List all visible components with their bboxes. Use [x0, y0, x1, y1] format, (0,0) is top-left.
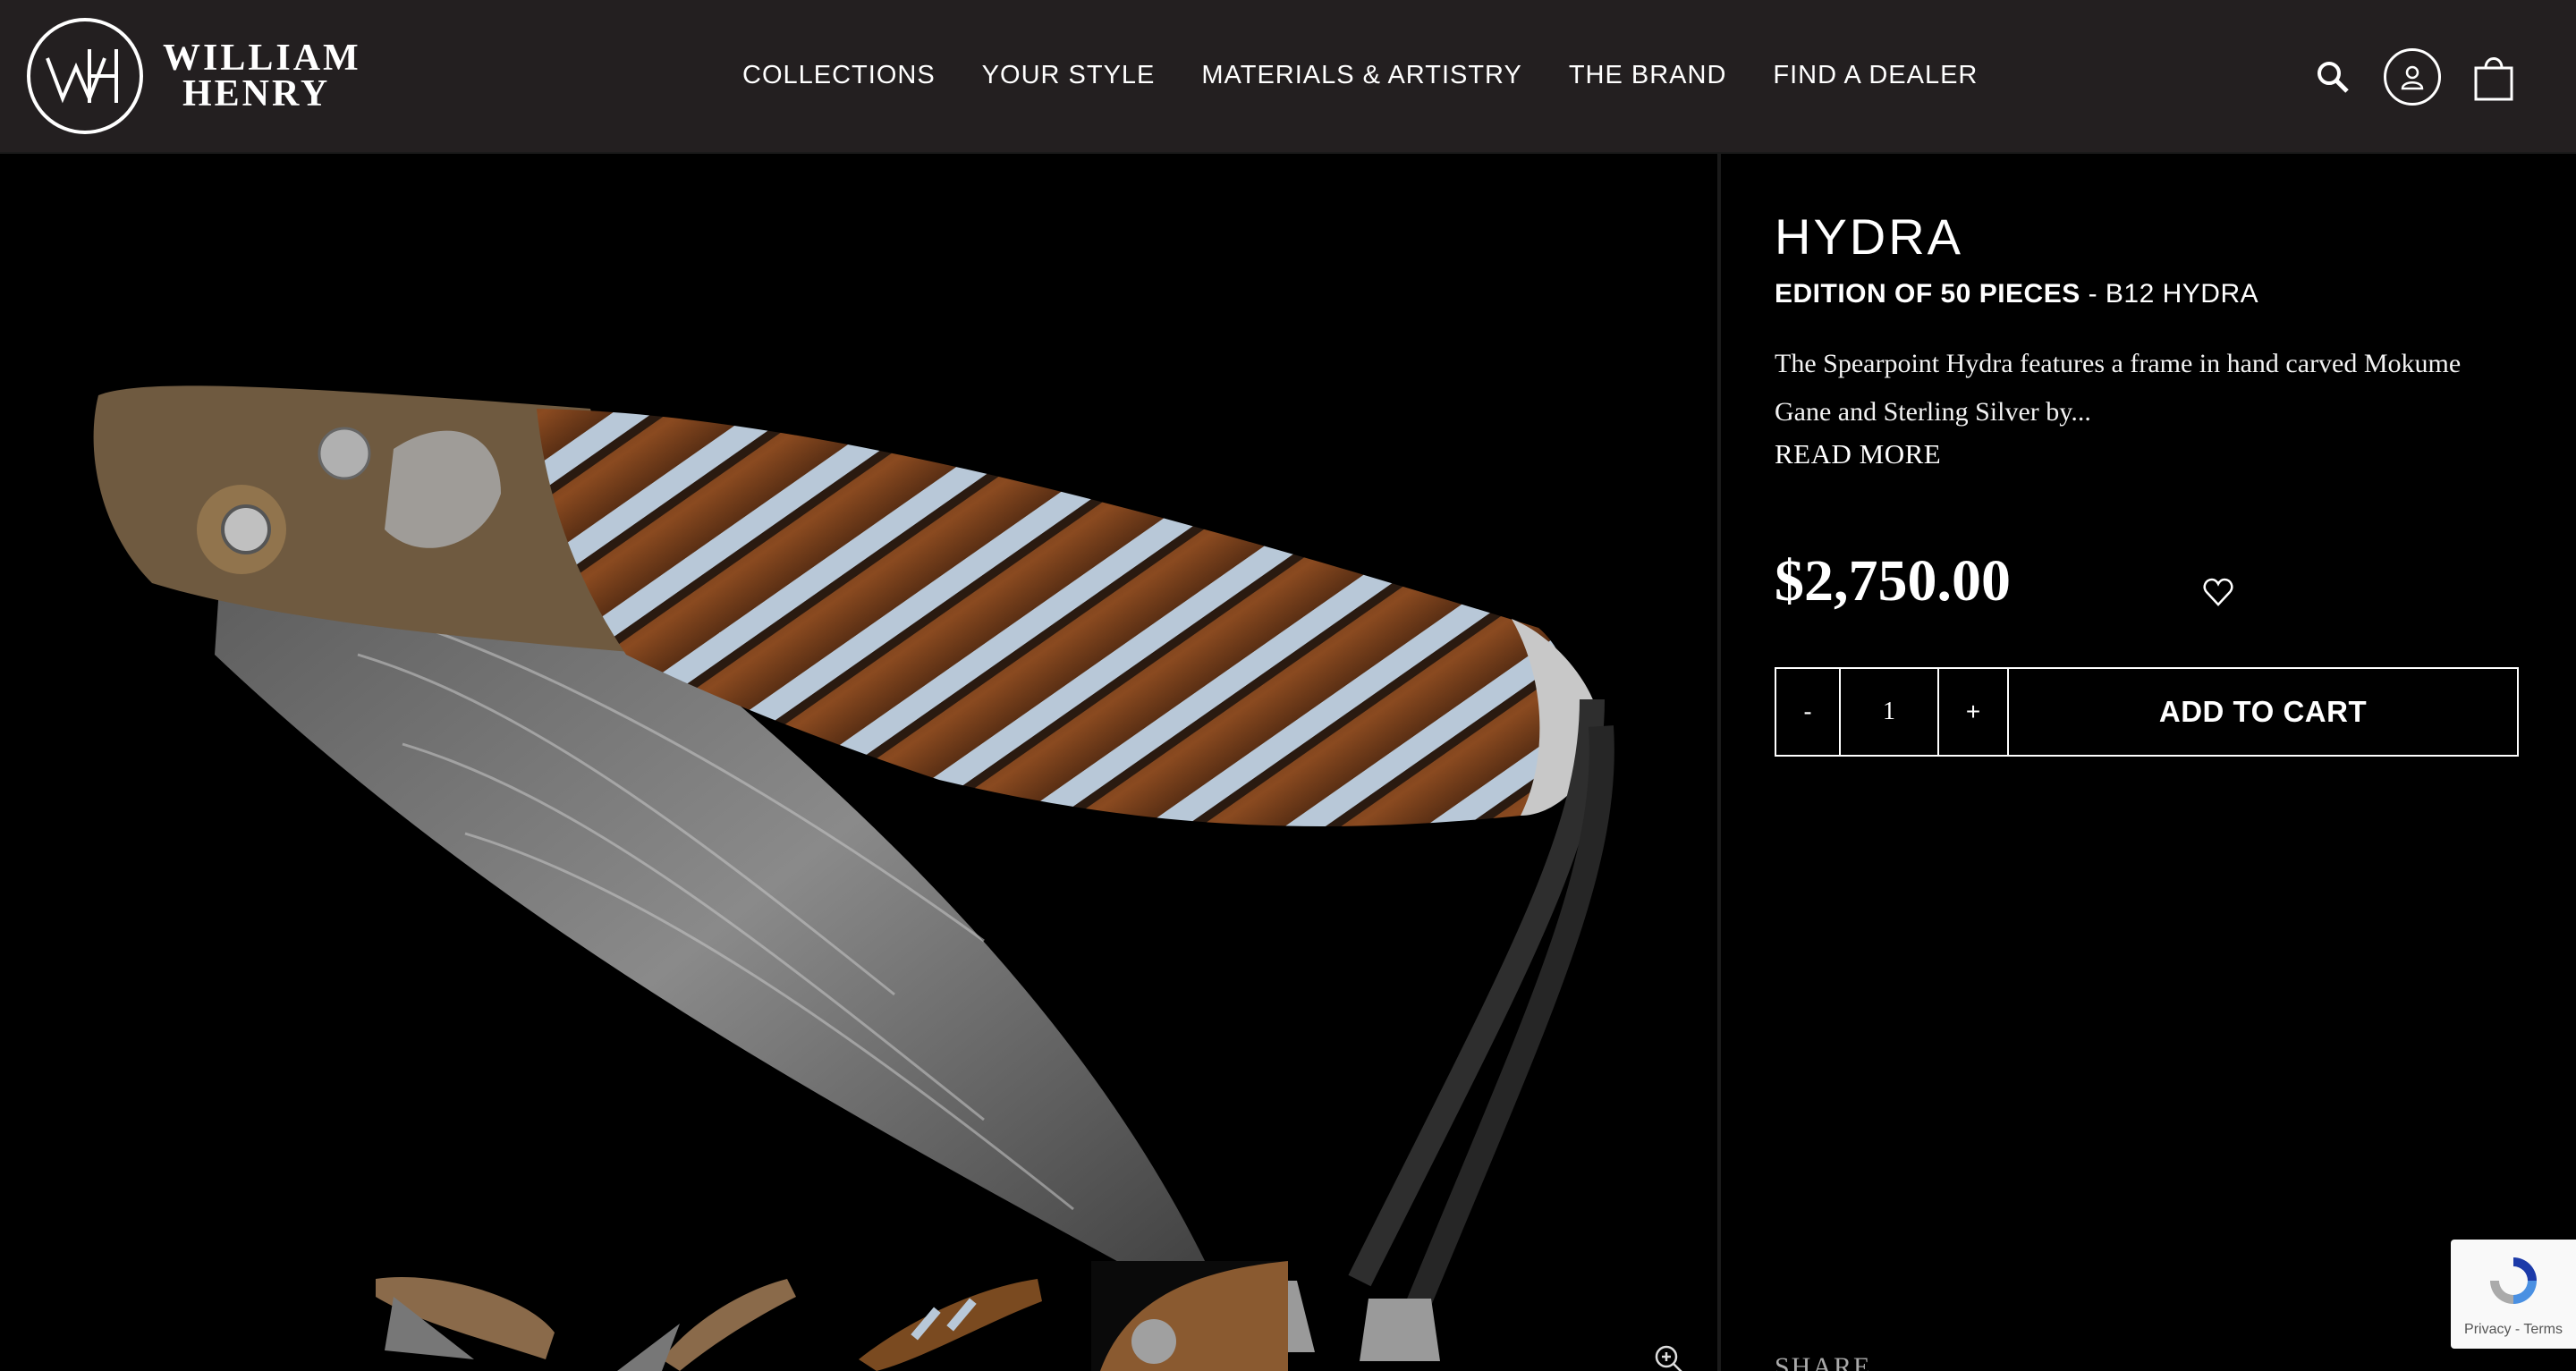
brand-line2: HENRY [182, 73, 331, 114]
quantity-decrease-button[interactable]: - [1776, 669, 1841, 755]
main-nav: COLLECTIONS YOUR STYLE MATERIALS & ARTIS… [742, 61, 1978, 90]
thumbnail-2[interactable] [608, 1261, 805, 1371]
product-price: $2,750.00 [1775, 548, 2011, 614]
logo-mark [27, 18, 143, 134]
site-header: WILLIAM HENRY COLLECTIONS YOUR STYLE MAT… [0, 0, 2576, 154]
recaptcha-links[interactable]: Privacy - Terms [2451, 1322, 2576, 1338]
model-code: - B12 HYDRA [2080, 279, 2259, 309]
product-image-viewer[interactable] [0, 154, 1717, 1371]
brand-line1: WILLIAM [163, 38, 361, 79]
brand-logo[interactable]: WILLIAM HENRY [27, 18, 361, 134]
recaptcha-icon [2485, 1252, 2542, 1309]
thumbnail-1[interactable] [367, 1261, 564, 1371]
search-icon[interactable] [2315, 59, 2351, 95]
product-edition: EDITION OF 50 PIECES - B12 HYDRA [1775, 279, 2258, 309]
quantity-input[interactable]: 1 [1841, 669, 1939, 755]
nav-find-a-dealer[interactable]: FIND A DEALER [1773, 61, 1978, 90]
cart-icon[interactable] [2473, 52, 2514, 102]
read-more-link[interactable]: READ MORE [1775, 438, 1941, 470]
account-icon[interactable] [2384, 48, 2441, 106]
thumbnail-3[interactable] [850, 1261, 1046, 1371]
heart-icon[interactable] [2202, 576, 2234, 608]
thumbnail-strip [367, 1261, 1288, 1371]
product-title: HYDRA [1775, 208, 1964, 265]
product-description: The Spearpoint Hydra features a frame in… [1775, 349, 2462, 427]
add-to-cart-button[interactable]: ADD TO CART [2009, 669, 2517, 755]
quantity-increase-button[interactable]: + [1939, 669, 2009, 755]
share-label: SHARE [1775, 1352, 1872, 1371]
thumbnail-4[interactable] [1091, 1261, 1288, 1371]
product-image [93, 385, 1614, 1361]
recaptcha-badge[interactable]: Privacy - Terms [2451, 1240, 2576, 1349]
brand-name: WILLIAM HENRY [163, 38, 361, 114]
nav-the-brand[interactable]: THE BRAND [1569, 61, 1727, 90]
nav-collections[interactable]: COLLECTIONS [742, 61, 936, 90]
column-divider [1717, 154, 1721, 1371]
edition-label: EDITION OF 50 PIECES [1775, 279, 2080, 309]
add-to-cart-row: - 1 + ADD TO CART [1775, 667, 2519, 757]
nav-your-style[interactable]: YOUR STYLE [982, 61, 1156, 90]
zoom-icon[interactable] [1653, 1343, 1685, 1371]
nav-materials-artistry[interactable]: MATERIALS & ARTISTRY [1201, 61, 1521, 90]
